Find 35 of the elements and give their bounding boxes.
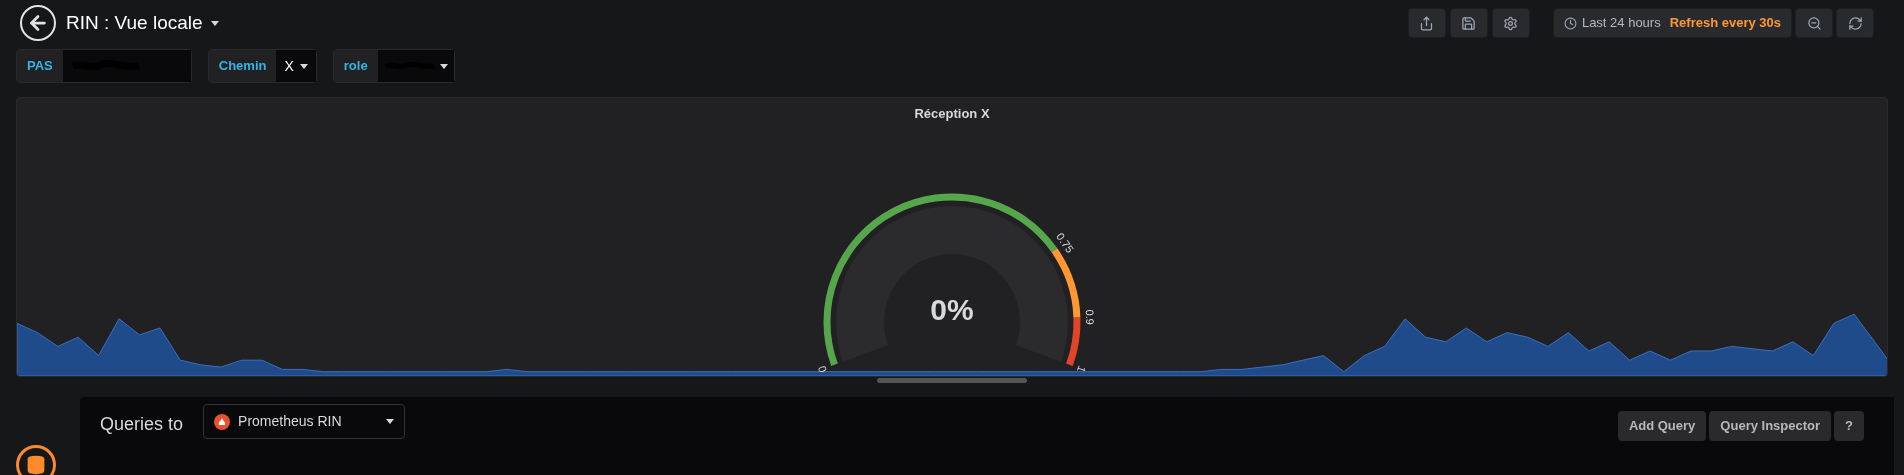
gauge-value: 0% [930,294,974,325]
caret-icon [299,63,308,69]
caret-icon [439,63,448,69]
settings-button[interactable] [1491,8,1530,38]
share-button[interactable] [1407,8,1446,38]
queries-label: Queries to [100,413,184,436]
share-icon [1419,15,1435,31]
resize-handle[interactable] [877,378,1027,383]
gauge-scale-label: 0 [815,363,829,372]
zoom-out-icon [1806,15,1822,31]
variable-label: role [333,50,378,82]
query-toolbar-button[interactable]: Query Inspector [1709,411,1832,441]
back-button[interactable] [20,5,56,41]
save-icon [1461,15,1477,31]
query-toolbar-button[interactable]: Add Query [1617,411,1707,441]
caret-icon [210,20,219,26]
datasource-dropdown[interactable]: Prometheus RIN [203,404,406,439]
time-range: Last 24 hours [1581,14,1661,33]
settings-icon [1503,15,1519,31]
dashboard-title[interactable]: RIN : Vue locale [66,8,219,38]
variable-label: Chemin [208,50,277,82]
refresh-interval: Refresh every 30s [1669,14,1781,33]
back-icon [27,12,49,34]
zoom-out-button[interactable] [1795,8,1833,38]
save-button[interactable] [1449,8,1488,38]
refresh-icon [1847,15,1863,31]
caret-icon [386,419,395,424]
gauge-scale-label: 1 [1075,363,1089,372]
time-range-picker[interactable]: Last 24 hours Refresh every 30s [1552,8,1792,38]
variable-dropdown[interactable]: X [276,50,316,82]
gauge-scale-label: 0.9 [1083,308,1097,325]
clock-icon [1563,16,1577,30]
query-toolbar-button[interactable]: ? [1834,411,1864,441]
refresh-button[interactable] [1836,8,1874,38]
panel-title: Réception X [914,105,990,123]
